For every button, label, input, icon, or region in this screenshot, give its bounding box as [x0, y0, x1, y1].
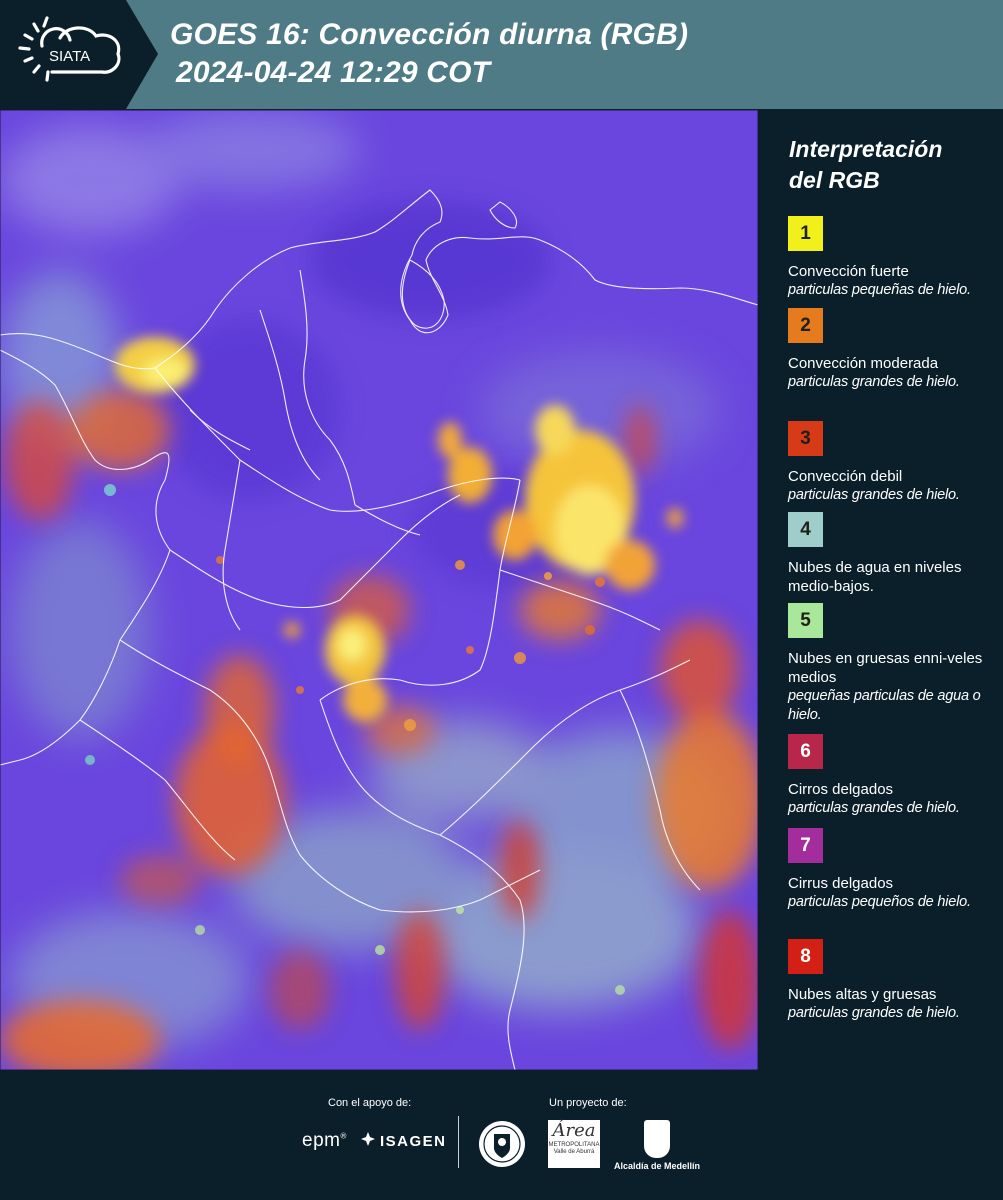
alcaldia-medellin-logo: Alcaldía de Medellín [612, 1120, 702, 1171]
legend-item-6: 6 Cirros delgados particulas grandes de … [788, 734, 998, 818]
legend-item-4: 4 Nubes de agua en niveles medio-bajos. [788, 512, 998, 596]
legend-swatch-8: 8 [788, 939, 823, 974]
page-title: GOES 16: Convección diurna (RGB) 2024-04… [170, 16, 688, 92]
footer-sponsors: Con el apoyo de: Un proyecto de: epm® IS… [0, 1070, 1003, 1200]
legend-desc: particulas grandes de hielo. [788, 487, 960, 503]
title-product: GOES 16: Convección diurna (RGB) [170, 18, 689, 51]
legend-label: Convección fuerte [788, 263, 909, 280]
antioquia-seal-icon [478, 1120, 526, 1173]
legend-desc: particulas grandes de hielo. [788, 374, 960, 390]
siata-logo: SIATA [0, 0, 158, 109]
legend-desc: particulas grandes de hielo. [788, 800, 960, 816]
legend-title: Interpretación del RGB [789, 136, 943, 193]
epm-logo: epm® [302, 1130, 347, 1151]
isagen-logo: ISAGEN [360, 1131, 447, 1151]
legend-item-2: 2 Convección moderada particulas grandes… [788, 308, 998, 392]
title-timestamp: 2024-04-24 12:29 COT [176, 56, 491, 89]
legend-desc: particulas grandes de hielo. [788, 1005, 960, 1021]
footer-divider [458, 1116, 459, 1168]
header-bar: SIATA GOES 16: Convección diurna (RGB) 2… [0, 0, 1003, 109]
support-label: Con el apoyo de: [328, 1097, 412, 1109]
rgb-legend-panel: Interpretación del RGB 1 Convección fuer… [760, 110, 1003, 1070]
legend-item-8: 8 Nubes altas y gruesas particulas grand… [788, 939, 998, 1023]
isagen-mark-icon [360, 1131, 376, 1151]
legend-swatch-5: 5 [788, 603, 823, 638]
legend-swatch-3: 3 [788, 421, 823, 456]
legend-swatch-1: 1 [788, 216, 823, 251]
legend-label: Nubes altas y gruesas [788, 986, 937, 1003]
project-label: Un proyecto de: [549, 1097, 627, 1109]
legend-item-1: 1 Convección fuerte particulas pequeñas … [788, 216, 998, 300]
area-metropolitana-logo: Área METROPOLITANA Valle de Aburrá [548, 1120, 600, 1168]
legend-label: Convección debil [788, 468, 903, 485]
legend-swatch-4: 4 [788, 512, 823, 547]
svg-text:SIATA: SIATA [49, 48, 90, 65]
legend-desc: pequeñas particulas de agua o hielo. [788, 688, 981, 723]
legend-label: Nubes en gruesas enni-veles medios [788, 650, 983, 686]
legend-swatch-7: 7 [788, 828, 823, 863]
legend-item-5: 5 Nubes en gruesas enni-veles medios peq… [788, 603, 998, 725]
legend-label: Cirros delgados [788, 781, 894, 798]
legend-desc: particulas pequeños de hielo. [788, 894, 971, 910]
legend-item-7: 7 Cirrus delgados particulas pequeños de… [788, 828, 998, 912]
medellin-shield-icon [644, 1120, 670, 1158]
legend-desc: particulas pequeñas de hielo. [788, 282, 971, 298]
legend-item-3: 3 Convección debil particulas grandes de… [788, 421, 998, 505]
satellite-rgb-map [0, 110, 758, 1070]
legend-label: Nubes de agua en niveles medio-bajos. [788, 559, 962, 595]
legend-label: Convección moderada [788, 355, 939, 372]
legend-swatch-2: 2 [788, 308, 823, 343]
legend-swatch-6: 6 [788, 734, 823, 769]
legend-label: Cirrus delgados [788, 875, 894, 892]
